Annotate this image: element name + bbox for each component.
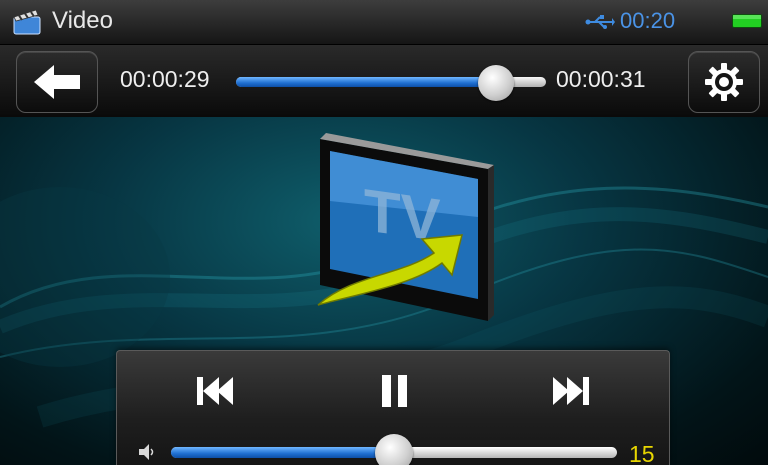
battery-icon bbox=[732, 14, 762, 28]
playback-toolbar: 00:00:29 00:00:31 bbox=[0, 45, 768, 117]
skip-previous-icon bbox=[197, 377, 233, 405]
seek-thumb[interactable] bbox=[478, 65, 515, 101]
status-bar: Video 00:20 bbox=[0, 0, 768, 45]
volume-thumb[interactable] bbox=[375, 434, 413, 465]
seek-bar-fill bbox=[236, 77, 497, 87]
remaining-time: 00:00:31 bbox=[556, 66, 646, 92]
tv-icon: TV bbox=[317, 133, 494, 321]
app-title: Video bbox=[52, 7, 113, 34]
pause-button[interactable] bbox=[365, 369, 425, 413]
next-button[interactable] bbox=[539, 369, 599, 413]
back-button[interactable] bbox=[16, 51, 98, 113]
speaker-icon bbox=[139, 444, 154, 460]
volume-slider-fill bbox=[171, 447, 394, 458]
seek-bar[interactable] bbox=[236, 65, 546, 101]
elapsed-time: 00:00:29 bbox=[120, 66, 210, 92]
pause-icon bbox=[382, 375, 407, 407]
previous-button[interactable] bbox=[187, 369, 247, 413]
control-panel: 15 bbox=[116, 350, 670, 465]
gear-icon bbox=[705, 63, 743, 101]
status-clock: 00:20 bbox=[620, 8, 676, 33]
skip-next-icon bbox=[553, 377, 589, 405]
usb-icon bbox=[585, 15, 615, 29]
settings-button[interactable] bbox=[688, 51, 760, 113]
arrow-left-icon bbox=[34, 65, 80, 99]
volume-value: 15 bbox=[629, 441, 655, 465]
clapperboard-icon bbox=[13, 9, 41, 35]
video-player-screen: Video 00:20 00:00:29 00:00:31 TV 15 bbox=[0, 0, 768, 465]
volume-slider[interactable] bbox=[171, 434, 617, 465]
